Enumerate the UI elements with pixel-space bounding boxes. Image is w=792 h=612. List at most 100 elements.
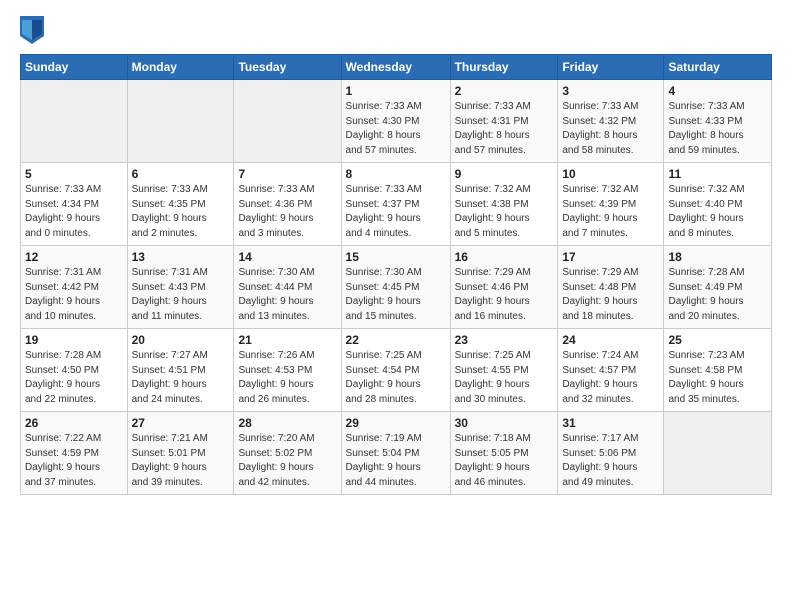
day-info: Sunrise: 7:33 AMSunset: 4:37 PMDaylight:… (346, 183, 446, 241)
day-number: 3 (562, 84, 659, 98)
day-number: 7 (238, 167, 336, 181)
calendar-week-row: 1 Sunrise: 7:33 AMSunset: 4:30 PMDaylight… (21, 80, 772, 163)
day-number: 23 (455, 333, 554, 347)
calendar-cell: 15 Sunrise: 7:30 AMSunset: 4:45 PMDayligh… (341, 246, 450, 329)
day-number: 28 (238, 416, 336, 430)
day-number: 19 (25, 333, 123, 347)
day-info: Sunrise: 7:33 AMSunset: 4:31 PMDaylight:… (455, 100, 554, 158)
day-number: 31 (562, 416, 659, 430)
calendar-cell: 1 Sunrise: 7:33 AMSunset: 4:30 PMDaylight… (341, 80, 450, 163)
day-info: Sunrise: 7:24 AMSunset: 4:57 PMDaylight:… (562, 349, 659, 407)
calendar-cell (127, 80, 234, 163)
day-number: 17 (562, 250, 659, 264)
calendar-cell: 21 Sunrise: 7:26 AMSunset: 4:53 PMDayligh… (234, 329, 341, 412)
calendar-cell: 19 Sunrise: 7:28 AMSunset: 4:50 PMDayligh… (21, 329, 128, 412)
calendar-cell (664, 412, 772, 495)
day-info: Sunrise: 7:33 AMSunset: 4:36 PMDaylight:… (238, 183, 336, 241)
calendar-cell: 22 Sunrise: 7:25 AMSunset: 4:54 PMDayligh… (341, 329, 450, 412)
day-number: 29 (346, 416, 446, 430)
day-info: Sunrise: 7:30 AMSunset: 4:45 PMDaylight:… (346, 266, 446, 324)
day-number: 30 (455, 416, 554, 430)
day-number: 5 (25, 167, 123, 181)
day-info: Sunrise: 7:20 AMSunset: 5:02 PMDaylight:… (238, 432, 336, 490)
day-info: Sunrise: 7:21 AMSunset: 5:01 PMDaylight:… (132, 432, 230, 490)
calendar-cell: 4Sunrise: 7:33 AMSunset: 4:33 PMDaylight… (664, 80, 772, 163)
day-number: 12 (25, 250, 123, 264)
calendar-cell: 30 Sunrise: 7:18 AMSunset: 5:05 PMDayligh… (450, 412, 558, 495)
col-friday: Friday (558, 55, 664, 80)
col-tuesday: Tuesday (234, 55, 341, 80)
day-number: 24 (562, 333, 659, 347)
col-wednesday: Wednesday (341, 55, 450, 80)
header (20, 16, 772, 44)
page: Sunday Monday Tuesday Wednesday Thursday… (0, 0, 792, 612)
day-number: 22 (346, 333, 446, 347)
day-info: Sunrise: 7:26 AMSunset: 4:53 PMDaylight:… (238, 349, 336, 407)
day-info: Sunrise: 7:23 AMSunset: 4:58 PMDaylight:… (668, 349, 767, 407)
calendar-cell: 24 Sunrise: 7:24 AMSunset: 4:57 PMDayligh… (558, 329, 664, 412)
calendar-cell: 11 Sunrise: 7:32 AMSunset: 4:40 PMDayligh… (664, 163, 772, 246)
day-info: Sunrise: 7:28 AMSunset: 4:50 PMDaylight:… (25, 349, 123, 407)
day-number: 11 (668, 167, 767, 181)
calendar-cell: 5Sunrise: 7:33 AMSunset: 4:34 PMDaylight… (21, 163, 128, 246)
calendar-cell: 3 Sunrise: 7:33 AMSunset: 4:32 PMDaylight… (558, 80, 664, 163)
day-info: Sunrise: 7:32 AMSunset: 4:39 PMDaylight:… (562, 183, 659, 241)
calendar-table: Sunday Monday Tuesday Wednesday Thursday… (20, 54, 772, 495)
day-info: Sunrise: 7:33 AMSunset: 4:33 PMDaylight:… (668, 100, 767, 158)
day-info: Sunrise: 7:29 AMSunset: 4:48 PMDaylight:… (562, 266, 659, 324)
day-number: 8 (346, 167, 446, 181)
calendar-header-row: Sunday Monday Tuesday Wednesday Thursday… (21, 55, 772, 80)
calendar-cell: 13 Sunrise: 7:31 AMSunset: 4:43 PMDayligh… (127, 246, 234, 329)
day-info: Sunrise: 7:33 AMSunset: 4:32 PMDaylight:… (562, 100, 659, 158)
logo (20, 16, 48, 44)
calendar-cell: 31Sunrise: 7:17 AMSunset: 5:06 PMDayligh… (558, 412, 664, 495)
day-number: 13 (132, 250, 230, 264)
day-number: 15 (346, 250, 446, 264)
calendar-cell: 27Sunrise: 7:21 AMSunset: 5:01 PMDayligh… (127, 412, 234, 495)
calendar-week-row: 5Sunrise: 7:33 AMSunset: 4:34 PMDaylight… (21, 163, 772, 246)
day-number: 20 (132, 333, 230, 347)
day-number: 9 (455, 167, 554, 181)
day-info: Sunrise: 7:29 AMSunset: 4:46 PMDaylight:… (455, 266, 554, 324)
calendar-cell (234, 80, 341, 163)
day-info: Sunrise: 7:22 AMSunset: 4:59 PMDaylight:… (25, 432, 123, 490)
col-thursday: Thursday (450, 55, 558, 80)
calendar-cell: 12 Sunrise: 7:31 AMSunset: 4:42 PMDayligh… (21, 246, 128, 329)
calendar-cell: 6Sunrise: 7:33 AMSunset: 4:35 PMDaylight… (127, 163, 234, 246)
day-number: 1 (346, 84, 446, 98)
day-info: Sunrise: 7:32 AMSunset: 4:40 PMDaylight:… (668, 183, 767, 241)
calendar-cell (21, 80, 128, 163)
day-number: 18 (668, 250, 767, 264)
calendar-cell: 28 Sunrise: 7:20 AMSunset: 5:02 PMDayligh… (234, 412, 341, 495)
day-info: Sunrise: 7:27 AMSunset: 4:51 PMDaylight:… (132, 349, 230, 407)
calendar-week-row: 26 Sunrise: 7:22 AMSunset: 4:59 PMDayligh… (21, 412, 772, 495)
day-number: 2 (455, 84, 554, 98)
col-saturday: Saturday (664, 55, 772, 80)
day-info: Sunrise: 7:33 AMSunset: 4:30 PMDaylight:… (346, 100, 446, 158)
day-info: Sunrise: 7:25 AMSunset: 4:54 PMDaylight:… (346, 349, 446, 407)
calendar-cell: 14Sunrise: 7:30 AMSunset: 4:44 PMDayligh… (234, 246, 341, 329)
day-number: 14 (238, 250, 336, 264)
day-number: 6 (132, 167, 230, 181)
calendar-cell: 26 Sunrise: 7:22 AMSunset: 4:59 PMDayligh… (21, 412, 128, 495)
calendar-cell: 10 Sunrise: 7:32 AMSunset: 4:39 PMDayligh… (558, 163, 664, 246)
calendar-cell: 2 Sunrise: 7:33 AMSunset: 4:31 PMDaylight… (450, 80, 558, 163)
logo-icon (20, 16, 44, 44)
day-info: Sunrise: 7:31 AMSunset: 4:42 PMDaylight:… (25, 266, 123, 324)
calendar-cell: 29Sunrise: 7:19 AMSunset: 5:04 PMDayligh… (341, 412, 450, 495)
day-info: Sunrise: 7:25 AMSunset: 4:55 PMDaylight:… (455, 349, 554, 407)
day-number: 21 (238, 333, 336, 347)
calendar-week-row: 19 Sunrise: 7:28 AMSunset: 4:50 PMDayligh… (21, 329, 772, 412)
calendar-cell: 20 Sunrise: 7:27 AMSunset: 4:51 PMDayligh… (127, 329, 234, 412)
calendar-cell: 25 Sunrise: 7:23 AMSunset: 4:58 PMDayligh… (664, 329, 772, 412)
calendar-cell: 18Sunrise: 7:28 AMSunset: 4:49 PMDayligh… (664, 246, 772, 329)
day-number: 25 (668, 333, 767, 347)
day-number: 26 (25, 416, 123, 430)
calendar-cell: 8 Sunrise: 7:33 AMSunset: 4:37 PMDaylight… (341, 163, 450, 246)
day-info: Sunrise: 7:18 AMSunset: 5:05 PMDaylight:… (455, 432, 554, 490)
day-number: 10 (562, 167, 659, 181)
day-number: 16 (455, 250, 554, 264)
col-monday: Monday (127, 55, 234, 80)
calendar-cell: 23 Sunrise: 7:25 AMSunset: 4:55 PMDayligh… (450, 329, 558, 412)
day-info: Sunrise: 7:31 AMSunset: 4:43 PMDaylight:… (132, 266, 230, 324)
